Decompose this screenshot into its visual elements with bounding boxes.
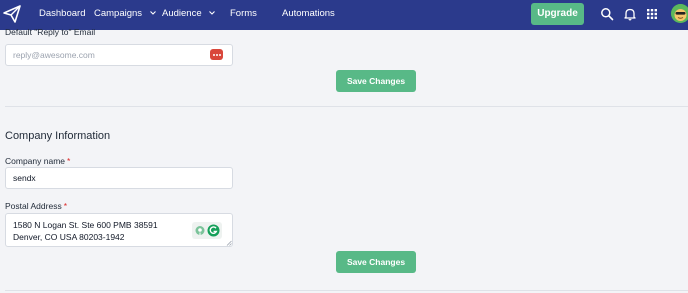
reply-to-label: Default "Reply to" Email [5,27,96,37]
company-name-input[interactable]: sendx [5,167,233,189]
company-name-label-text: Company name [5,156,66,166]
bell-icon[interactable] [623,7,637,21]
nav-automations-label: Automations [282,8,335,19]
section-divider [5,106,688,107]
reply-to-placeholder: reply@awesome.com [13,50,95,60]
save-changes-button[interactable]: Save Changes [336,251,416,273]
upgrade-button[interactable]: Upgrade [531,3,584,25]
writing-assistant-widget[interactable] [192,222,222,239]
nav-campaigns-label: Campaigns [94,8,143,19]
top-navbar: Dashboard Campaigns Audience Forms Autom… [0,0,688,30]
nav-forms-label: Forms [230,8,257,19]
nav-automations[interactable]: Automations [282,8,335,20]
postal-address-label-text: Postal Address [5,201,62,211]
search-icon[interactable] [600,7,614,21]
section-title-company: Company Information [5,130,111,142]
chevron-down-icon [149,11,156,16]
save-changes-button[interactable]: Save Changes [336,70,416,92]
nav-forms[interactable]: Forms [230,8,257,20]
avatar-face-icon [671,4,688,23]
reply-to-email-input[interactable]: reply@awesome.com [5,44,233,66]
required-mark: * [63,201,68,211]
send-logo-icon[interactable] [3,4,21,24]
password-manager-icon[interactable] [210,49,223,60]
nav-audience[interactable]: Audience [162,8,216,20]
grammar-check-icon [195,224,220,237]
company-name-label: Company name * [5,156,70,166]
chevron-down-icon [209,11,216,16]
nav-dashboard[interactable]: Dashboard [39,8,85,20]
company-name-value: sendx [13,173,36,183]
nav-audience-label: Audience [162,8,202,19]
postal-address-label: Postal Address * [5,201,67,211]
resize-handle-icon[interactable] [226,240,232,246]
apps-grid-icon[interactable] [645,7,659,21]
avatar[interactable] [671,4,688,23]
section-divider [5,290,688,291]
required-mark: * [67,156,71,166]
nav-dashboard-label: Dashboard [39,8,86,19]
nav-campaigns[interactable]: Campaigns [94,8,156,20]
